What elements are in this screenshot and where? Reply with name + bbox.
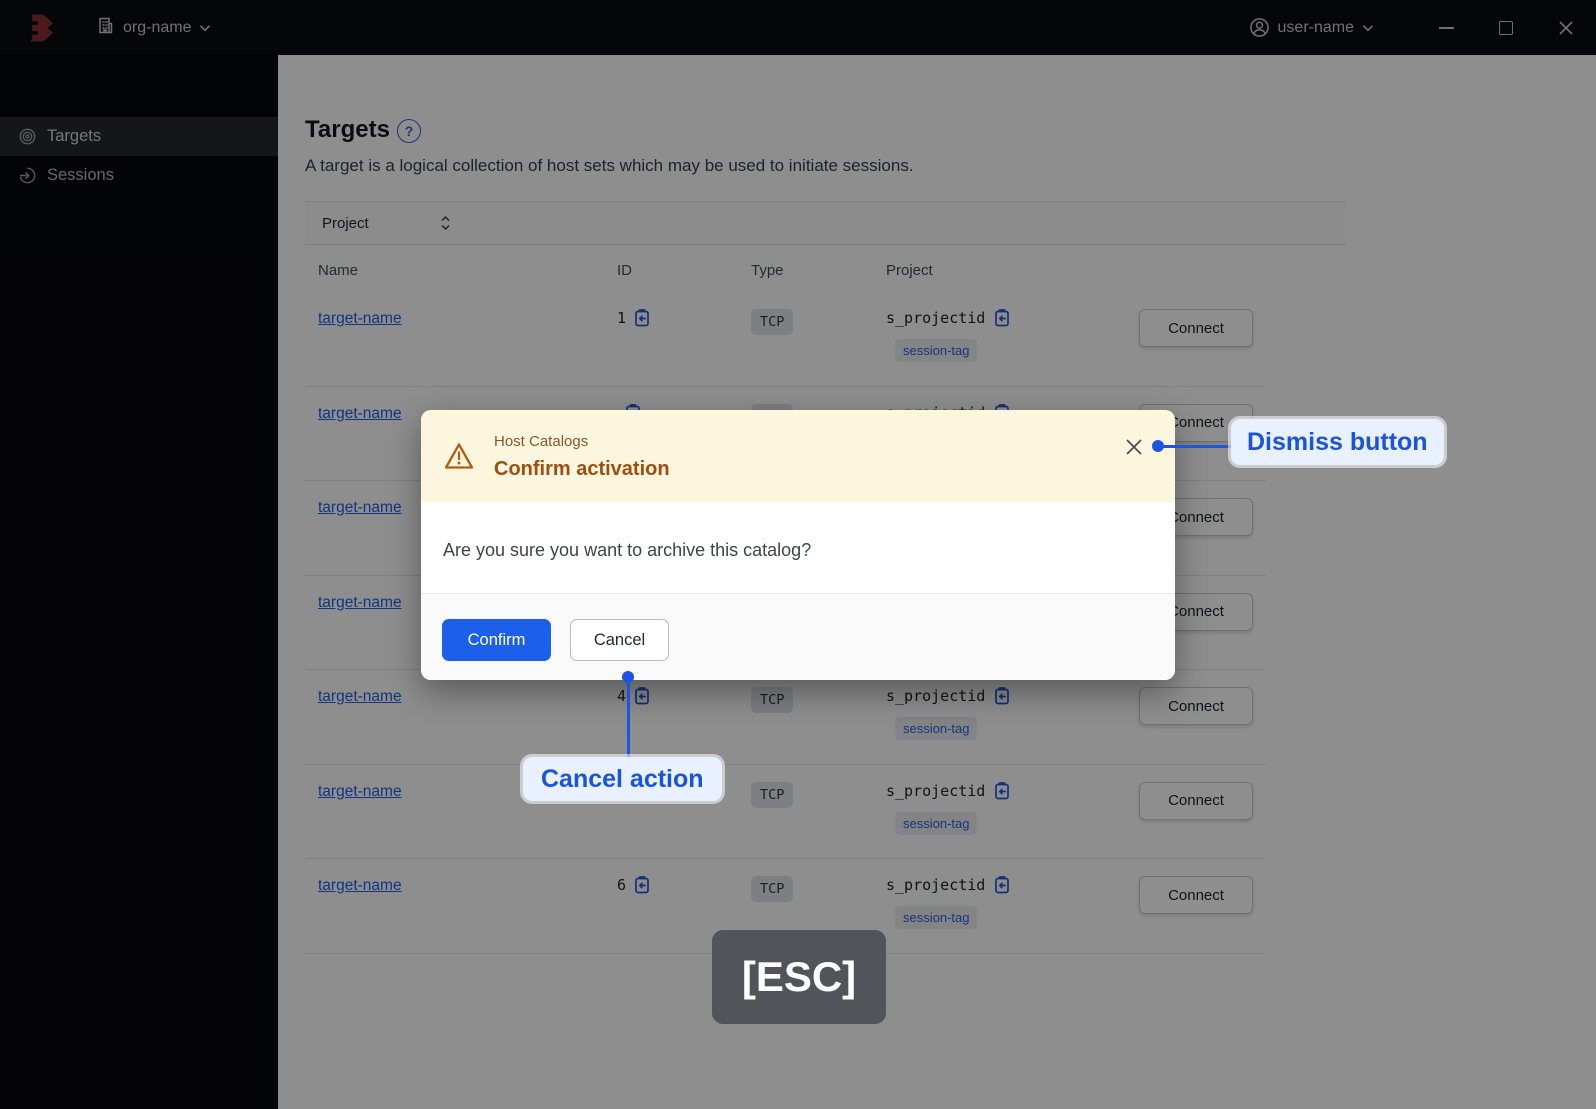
confirm-modal: Host Catalogs Confirm activation Are you… <box>421 410 1175 680</box>
confirm-button[interactable]: Confirm <box>442 619 551 661</box>
close-icon <box>1126 439 1142 455</box>
dismiss-callout-line <box>1158 444 1234 448</box>
modal-footer: Confirm Cancel <box>421 593 1175 680</box>
cancel-callout-line <box>626 681 630 759</box>
modal-context: Host Catalogs <box>494 433 589 450</box>
modal-body: Are you sure you want to archive this ca… <box>421 502 1175 593</box>
cancel-button[interactable]: Cancel <box>570 619 669 661</box>
warning-triangle-icon <box>443 441 475 476</box>
esc-key-indicator: [ESC] <box>712 930 886 1024</box>
modal-title: Confirm activation <box>494 458 670 480</box>
modal-header: Host Catalogs Confirm activation <box>421 410 1175 502</box>
dismiss-callout-label: Dismiss button <box>1231 419 1444 465</box>
cancel-callout-label: Cancel action <box>523 757 722 801</box>
app-window: org-name user-name Targets Sessions Targ… <box>0 0 1596 1109</box>
modal-message: Are you sure you want to archive this ca… <box>443 540 812 560</box>
modal-dismiss-button[interactable] <box>1124 437 1144 457</box>
